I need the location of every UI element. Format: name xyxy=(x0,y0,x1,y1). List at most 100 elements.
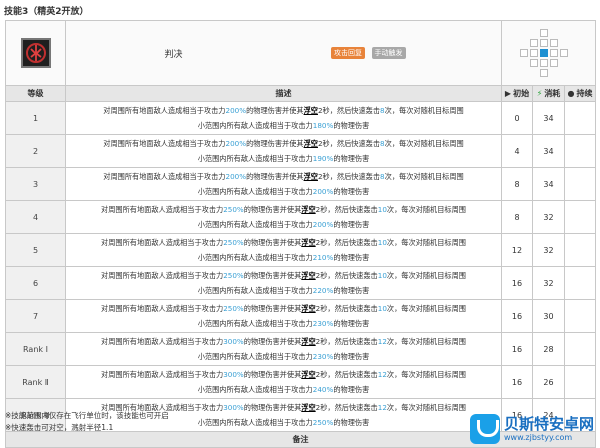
hit-count: 10 xyxy=(377,238,387,247)
table-row: 6 对周围所有地面敌人造成相当于攻击力250%的物理伤害并使其浮空2秒，然后快速轰… xyxy=(5,266,597,300)
desc-text: 次，每次对随机目标周围 xyxy=(386,304,466,313)
atk-percent: 300% xyxy=(223,403,244,412)
description-line-2: 小范围内所有敌人造成相当于攻击力190%的物理伤害 xyxy=(68,151,499,166)
desc-text: 的物理伤害 xyxy=(333,385,370,394)
initial-cell: 4 xyxy=(501,134,533,168)
desc-text: 小范围内所有敌人造成相当于攻击力 xyxy=(197,352,313,361)
level-cell: Rank Ⅱ xyxy=(5,365,66,399)
header-desc: 描述 xyxy=(65,85,502,102)
airborne-keyword: 浮空 xyxy=(301,304,316,313)
airborne-keyword: 浮空 xyxy=(301,337,316,346)
description-line-1: 对周围所有地面敌人造成相当于攻击力250%的物理伤害并使其浮空2秒，然后快速轰击… xyxy=(68,235,499,250)
header-initial: ▶ 初始 xyxy=(501,85,533,102)
clock-icon: ● xyxy=(567,89,575,98)
watermark: 贝斯特安卓网 www.zjbstyy.com xyxy=(469,414,594,444)
level-cell: 2 xyxy=(5,134,66,168)
desc-text: 小范围内所有敌人造成相当于攻击力 xyxy=(197,220,313,229)
description-line-1: 对周围所有地面敌人造成相当于攻击力200%的物理伤害并使其浮空2秒，然后快速轰击… xyxy=(68,136,499,151)
desc-text: 小范围内所有敌人造成相当于攻击力 xyxy=(197,319,313,328)
description-line-2: 小范围内所有敌人造成相当于攻击力180%的物理伤害 xyxy=(68,118,499,133)
level-cell: Rank Ⅰ xyxy=(5,332,66,366)
initial-cell: 0 xyxy=(501,101,533,135)
desc-text: 次，每次对随机目标周围 xyxy=(386,205,466,214)
airborne-keyword: 浮空 xyxy=(301,238,316,247)
desc-text: 次，每次对随机目标周围 xyxy=(384,172,464,181)
skill-tags: 攻击回复 手动触发 xyxy=(281,47,501,59)
level-cell: 6 xyxy=(5,266,66,300)
desc-text: 2秒，然后快速轰击 xyxy=(315,238,378,247)
desc-text: 对周围所有地面敌人造成相当于攻击力 xyxy=(101,370,224,379)
level-cell: 5 xyxy=(5,233,66,267)
description-line-2: 小范围内所有敌人造成相当于攻击力210%的物理伤害 xyxy=(68,250,499,265)
page-title: 技能3（精英2开放） xyxy=(4,7,89,17)
desc-text: 对周围所有地面敌人造成相当于攻击力 xyxy=(101,205,224,214)
desc-text: 的物理伤害 xyxy=(333,121,370,130)
duration-cell xyxy=(563,332,597,366)
initial-cell: 16 xyxy=(501,266,533,300)
cost-cell: 30 xyxy=(532,299,565,333)
desc-text: 的物理伤害 xyxy=(333,418,370,427)
desc-text: 次，每次对随机目标周围 xyxy=(386,370,466,379)
description-line-1: 对周围所有地面敌人造成相当于攻击力200%的物理伤害并使其浮空2秒，然后快速轰击… xyxy=(68,169,499,184)
desc-text: 的物理伤害 xyxy=(333,220,370,229)
atk-percent: 200% xyxy=(225,106,247,115)
description-line-2: 小范围内所有敌人造成相当于攻击力200%的物理伤害 xyxy=(68,184,499,199)
note-2: ※快速轰击可对空，溅射半径1.1 xyxy=(5,423,114,432)
desc-text: 的物理伤害并使其 xyxy=(243,337,302,346)
table-row: Rank Ⅱ 对周围所有地面敌人造成相当于攻击力300%的物理伤害并使其浮空2秒，… xyxy=(5,365,597,399)
hit-count: 10 xyxy=(377,271,387,280)
header-duration: ● 持续 xyxy=(563,85,597,102)
desc-text: 对周围所有地面敌人造成相当于攻击力 xyxy=(101,271,224,280)
desc-text: 的物理伤害 xyxy=(333,319,370,328)
description-cell: 对周围所有地面敌人造成相当于攻击力300%的物理伤害并使其浮空2秒，然后快速轰击… xyxy=(65,365,502,399)
desc-text: 的物理伤害并使其 xyxy=(246,106,304,115)
skill-emblem-icon xyxy=(25,43,46,63)
description-line-1: 对周围所有地面敌人造成相当于攻击力250%的物理伤害并使其浮空2秒，然后快速轰击… xyxy=(68,268,499,283)
desc-text: 对周围所有地面敌人造成相当于攻击力 xyxy=(101,337,224,346)
description-line-1: 对周围所有地面敌人造成相当于攻击力200%的物理伤害并使其浮空2秒，然后快速轰击… xyxy=(68,103,499,118)
description-line-2: 小范围内所有敌人造成相当于攻击力220%的物理伤害 xyxy=(68,283,499,298)
skill-table: 判决 攻击回复 手动触发 等级 描述 ▶ 初始 ⚡ 消耗 ● 持续 1 对周围所… xyxy=(4,20,597,448)
desc-text: 对周围所有地面敌人造成相当于攻击力 xyxy=(103,172,226,181)
duration-cell xyxy=(563,266,597,300)
desc-text: 次，每次对随机目标周围 xyxy=(386,403,466,412)
duration-cell xyxy=(563,200,597,234)
desc-text: 2秒，然后快速轰击 xyxy=(317,172,381,181)
desc-text: 的物理伤害 xyxy=(333,154,370,163)
desc-text: 小范围内所有敌人造成相当于攻击力 xyxy=(197,286,313,295)
splash-percent: 190% xyxy=(312,154,334,163)
table-row: 7 对周围所有地面敌人造成相当于攻击力250%的物理伤害并使其浮空2秒，然后快速轰… xyxy=(5,299,597,333)
cost-cell: 32 xyxy=(532,233,565,267)
operator-position-cell xyxy=(539,49,548,57)
tag-recovery: 攻击回复 xyxy=(331,47,365,59)
play-icon: ▶ xyxy=(504,89,512,98)
desc-text: 的物理伤害并使其 xyxy=(243,370,302,379)
skill-header-row: 判决 攻击回复 手动触发 xyxy=(5,20,597,86)
airborne-keyword: 浮空 xyxy=(301,370,316,379)
cost-cell: 34 xyxy=(532,101,565,135)
initial-cell: 16 xyxy=(501,365,533,399)
description-line-2: 小范围内所有敌人造成相当于攻击力200%的物理伤害 xyxy=(68,217,499,232)
airborne-keyword: 浮空 xyxy=(303,172,318,181)
cost-cell: 32 xyxy=(532,266,565,300)
hit-count: 12 xyxy=(377,337,387,346)
atk-percent: 250% xyxy=(223,304,244,313)
initial-cell: 8 xyxy=(501,200,533,234)
duration-cell xyxy=(563,101,597,135)
header-cost: ⚡ 消耗 xyxy=(532,85,565,102)
desc-text: 对周围所有地面敌人造成相当于攻击力 xyxy=(103,106,226,115)
description-line-1: 对周围所有地面敌人造成相当于攻击力300%的物理伤害并使其浮空2秒，然后快速轰击… xyxy=(68,367,499,382)
desc-text: 的物理伤害 xyxy=(333,352,370,361)
atk-percent: 250% xyxy=(223,205,244,214)
description-cell: 对周围所有地面敌人造成相当于攻击力300%的物理伤害并使其浮空2秒，然后快速轰击… xyxy=(65,332,502,366)
desc-text: 次，每次对随机目标周围 xyxy=(386,271,466,280)
range-cell xyxy=(500,20,597,86)
desc-text: 的物理伤害并使其 xyxy=(246,139,304,148)
atk-percent: 250% xyxy=(223,238,244,247)
lightning-icon: ⚡ xyxy=(536,89,543,98)
skill-name: 判决 xyxy=(164,49,183,60)
description-line-1: 对周围所有地面敌人造成相当于攻击力250%的物理伤害并使其浮空2秒，然后快速轰击… xyxy=(68,301,499,316)
cost-cell: 34 xyxy=(532,134,565,168)
airborne-keyword: 浮空 xyxy=(301,403,316,412)
description-cell: 对周围所有地面敌人造成相当于攻击力250%的物理伤害并使其浮空2秒，然后快速轰击… xyxy=(65,266,502,300)
